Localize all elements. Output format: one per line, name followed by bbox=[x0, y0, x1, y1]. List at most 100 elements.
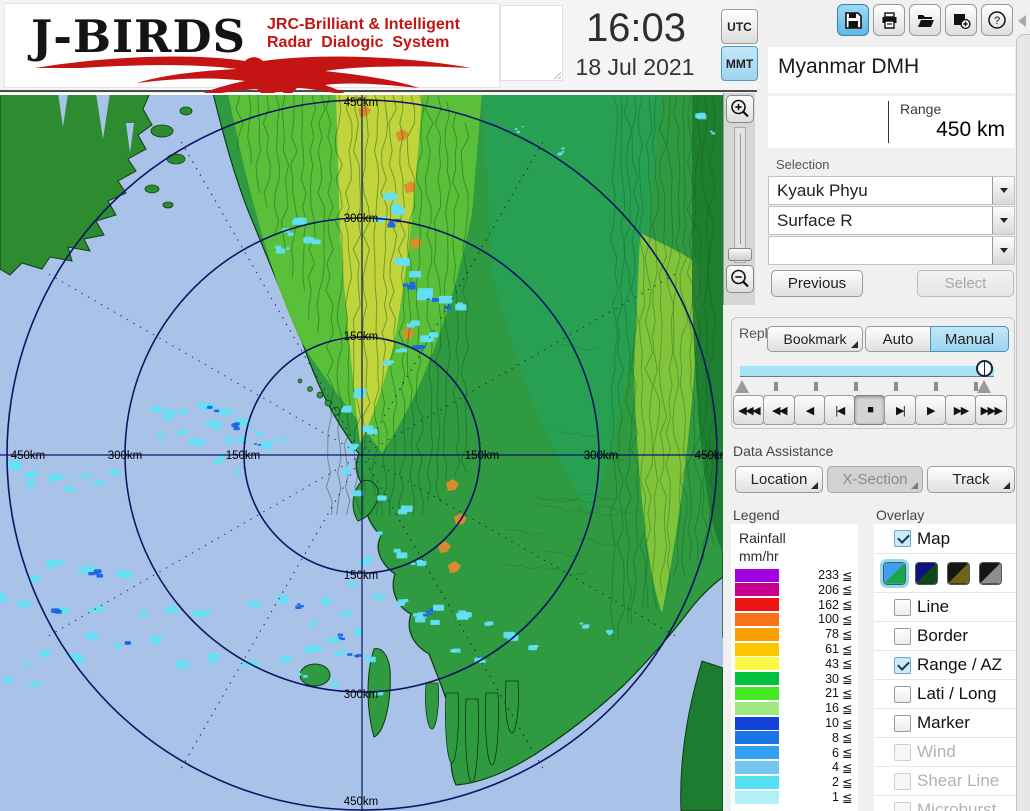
overlay-item-label: Map bbox=[917, 529, 950, 549]
overlay-item-border[interactable]: Border bbox=[874, 621, 1016, 650]
checkbox[interactable] bbox=[894, 773, 911, 790]
legend-title: Rainfall bbox=[739, 530, 786, 546]
range-label: Range bbox=[900, 101, 941, 117]
zoom-in-button[interactable] bbox=[726, 95, 754, 123]
track-button[interactable]: Track bbox=[927, 466, 1015, 493]
style-navy-green-swatch[interactable] bbox=[915, 562, 938, 585]
legend-color-swatch bbox=[735, 598, 779, 611]
select-button[interactable]: Select bbox=[917, 270, 1014, 297]
rewind-fastest-button[interactable]: ◀◀◀ bbox=[733, 395, 764, 425]
bookmark-button[interactable]: Bookmark bbox=[767, 326, 863, 352]
chevron-down-icon bbox=[1000, 188, 1008, 193]
zoom-slider-track[interactable] bbox=[734, 127, 746, 263]
menu-corner-icon bbox=[851, 341, 858, 348]
location-button[interactable]: Location bbox=[735, 466, 823, 493]
utc-button[interactable]: UTC bbox=[721, 9, 758, 44]
legend-color-swatch bbox=[735, 672, 779, 685]
checkbox[interactable] bbox=[894, 599, 911, 616]
forward-fast-button[interactable]: ▶▶ bbox=[945, 395, 976, 425]
overlay-item-wind[interactable]: Wind bbox=[874, 737, 1016, 766]
legend-value: 78 bbox=[779, 627, 842, 641]
legend-value: 10 bbox=[779, 716, 842, 730]
checkbox[interactable] bbox=[894, 628, 911, 645]
step-forward-button[interactable]: ▶| bbox=[884, 395, 915, 425]
legend-row: 100≦ bbox=[735, 612, 854, 626]
play-button[interactable]: ▶ bbox=[915, 395, 946, 425]
site-dropdown-button[interactable] bbox=[992, 177, 1014, 204]
rewind-button[interactable]: ◀ bbox=[794, 395, 825, 425]
legend-color-swatch bbox=[735, 746, 779, 759]
legend-value: 16 bbox=[779, 701, 842, 715]
menu-corner-icon bbox=[1003, 482, 1010, 489]
step-back-button[interactable]: |◀ bbox=[824, 395, 855, 425]
style-black-gray-swatch[interactable] bbox=[979, 562, 1002, 585]
checkbox[interactable] bbox=[894, 802, 911, 811]
open-folder-button[interactable] bbox=[909, 4, 941, 36]
overlay-item-shear-line[interactable]: Shear Line bbox=[874, 766, 1016, 795]
forward-fastest-button[interactable]: ▶▶▶ bbox=[975, 395, 1006, 425]
style-blue-green-swatch[interactable] bbox=[883, 562, 906, 585]
checkbox[interactable] bbox=[894, 657, 911, 674]
replay-timeline-track[interactable] bbox=[740, 365, 994, 377]
map-style-row bbox=[874, 553, 1016, 592]
overlay-item-range-az[interactable]: Range / AZ bbox=[874, 650, 1016, 679]
previous-button[interactable]: Previous bbox=[771, 270, 863, 297]
zoom-out-button[interactable] bbox=[726, 265, 754, 293]
radar-map[interactable]: 450km300km150km150km300km450km450km300km… bbox=[0, 93, 723, 811]
clock-date: 18 Jul 2021 bbox=[560, 54, 710, 81]
ring-distance-label: 150km bbox=[465, 450, 500, 462]
help-button[interactable]: ? bbox=[981, 4, 1013, 36]
overlay-item-map[interactable]: Map bbox=[874, 524, 1016, 553]
overlay-item-line[interactable]: Line bbox=[874, 592, 1016, 621]
style-black-olive-swatch[interactable] bbox=[947, 562, 970, 585]
ring-distance-label: 300km bbox=[344, 213, 379, 225]
rewind-fast-button[interactable]: ◀◀ bbox=[763, 395, 794, 425]
print-button[interactable] bbox=[873, 4, 905, 36]
add-image-button[interactable] bbox=[945, 4, 977, 36]
ring-distance-label: 450km bbox=[695, 450, 723, 462]
chevron-down-icon bbox=[1000, 248, 1008, 253]
overlay-item-marker[interactable]: Marker bbox=[874, 708, 1016, 737]
option-dropdown-value bbox=[769, 237, 992, 264]
checkbox[interactable] bbox=[894, 686, 911, 703]
product-dropdown[interactable]: Surface R bbox=[768, 206, 1015, 235]
mmt-button[interactable]: MMT bbox=[721, 46, 758, 81]
site-dropdown-value: Kyauk Phyu bbox=[769, 177, 992, 204]
site-dropdown[interactable]: Kyauk Phyu bbox=[768, 176, 1015, 205]
option-dropdown[interactable] bbox=[768, 236, 1015, 265]
zoom-control bbox=[723, 93, 755, 305]
stop-button[interactable]: ■ bbox=[854, 395, 885, 425]
menu-corner-icon bbox=[811, 482, 818, 489]
overlay-item-microburst[interactable]: Microburst bbox=[874, 795, 1016, 811]
checkbox[interactable] bbox=[894, 744, 911, 761]
legend-panel: Rainfall mm/hr 233≦206≦162≦100≦78≦61≦43≦… bbox=[731, 524, 858, 811]
zoom-slider-handle[interactable] bbox=[728, 248, 752, 261]
legend-color-swatch bbox=[735, 657, 779, 670]
collapse-panel-icon[interactable] bbox=[1018, 15, 1026, 27]
legend-row: 30≦ bbox=[735, 672, 854, 686]
open-folder-icon bbox=[916, 11, 935, 30]
logo: J-BIRDS JRC-Brilliant & Intelligent Rada… bbox=[4, 3, 500, 88]
panel-splitter[interactable] bbox=[1016, 34, 1030, 811]
overlay-item-lati-long[interactable]: Lati / Long bbox=[874, 679, 1016, 708]
x-section-button[interactable]: X-Section bbox=[827, 466, 923, 493]
timeline-tick bbox=[774, 382, 778, 391]
save-button[interactable] bbox=[837, 4, 869, 36]
product-dropdown-button[interactable] bbox=[992, 207, 1014, 234]
auto-button[interactable]: Auto bbox=[865, 326, 931, 352]
legend-row: 2≦ bbox=[735, 775, 854, 789]
legend-color-swatch bbox=[735, 791, 779, 804]
legend-row: 21≦ bbox=[735, 686, 854, 700]
checkbox[interactable] bbox=[894, 715, 911, 732]
legend-operator: ≦ bbox=[842, 790, 854, 805]
checkbox[interactable] bbox=[894, 530, 911, 547]
legend-color-swatch bbox=[735, 731, 779, 744]
legend-color-swatch bbox=[735, 643, 779, 656]
overlay-item-label: Range / AZ bbox=[917, 655, 1002, 675]
replay-timeline-handle[interactable] bbox=[976, 360, 993, 377]
overlay-item-label: Shear Line bbox=[917, 771, 999, 791]
option-dropdown-button[interactable] bbox=[992, 237, 1014, 264]
manual-button[interactable]: Manual bbox=[930, 326, 1009, 352]
ring-distance-label: 300km bbox=[108, 450, 143, 462]
legend-row: 233≦ bbox=[735, 568, 854, 582]
